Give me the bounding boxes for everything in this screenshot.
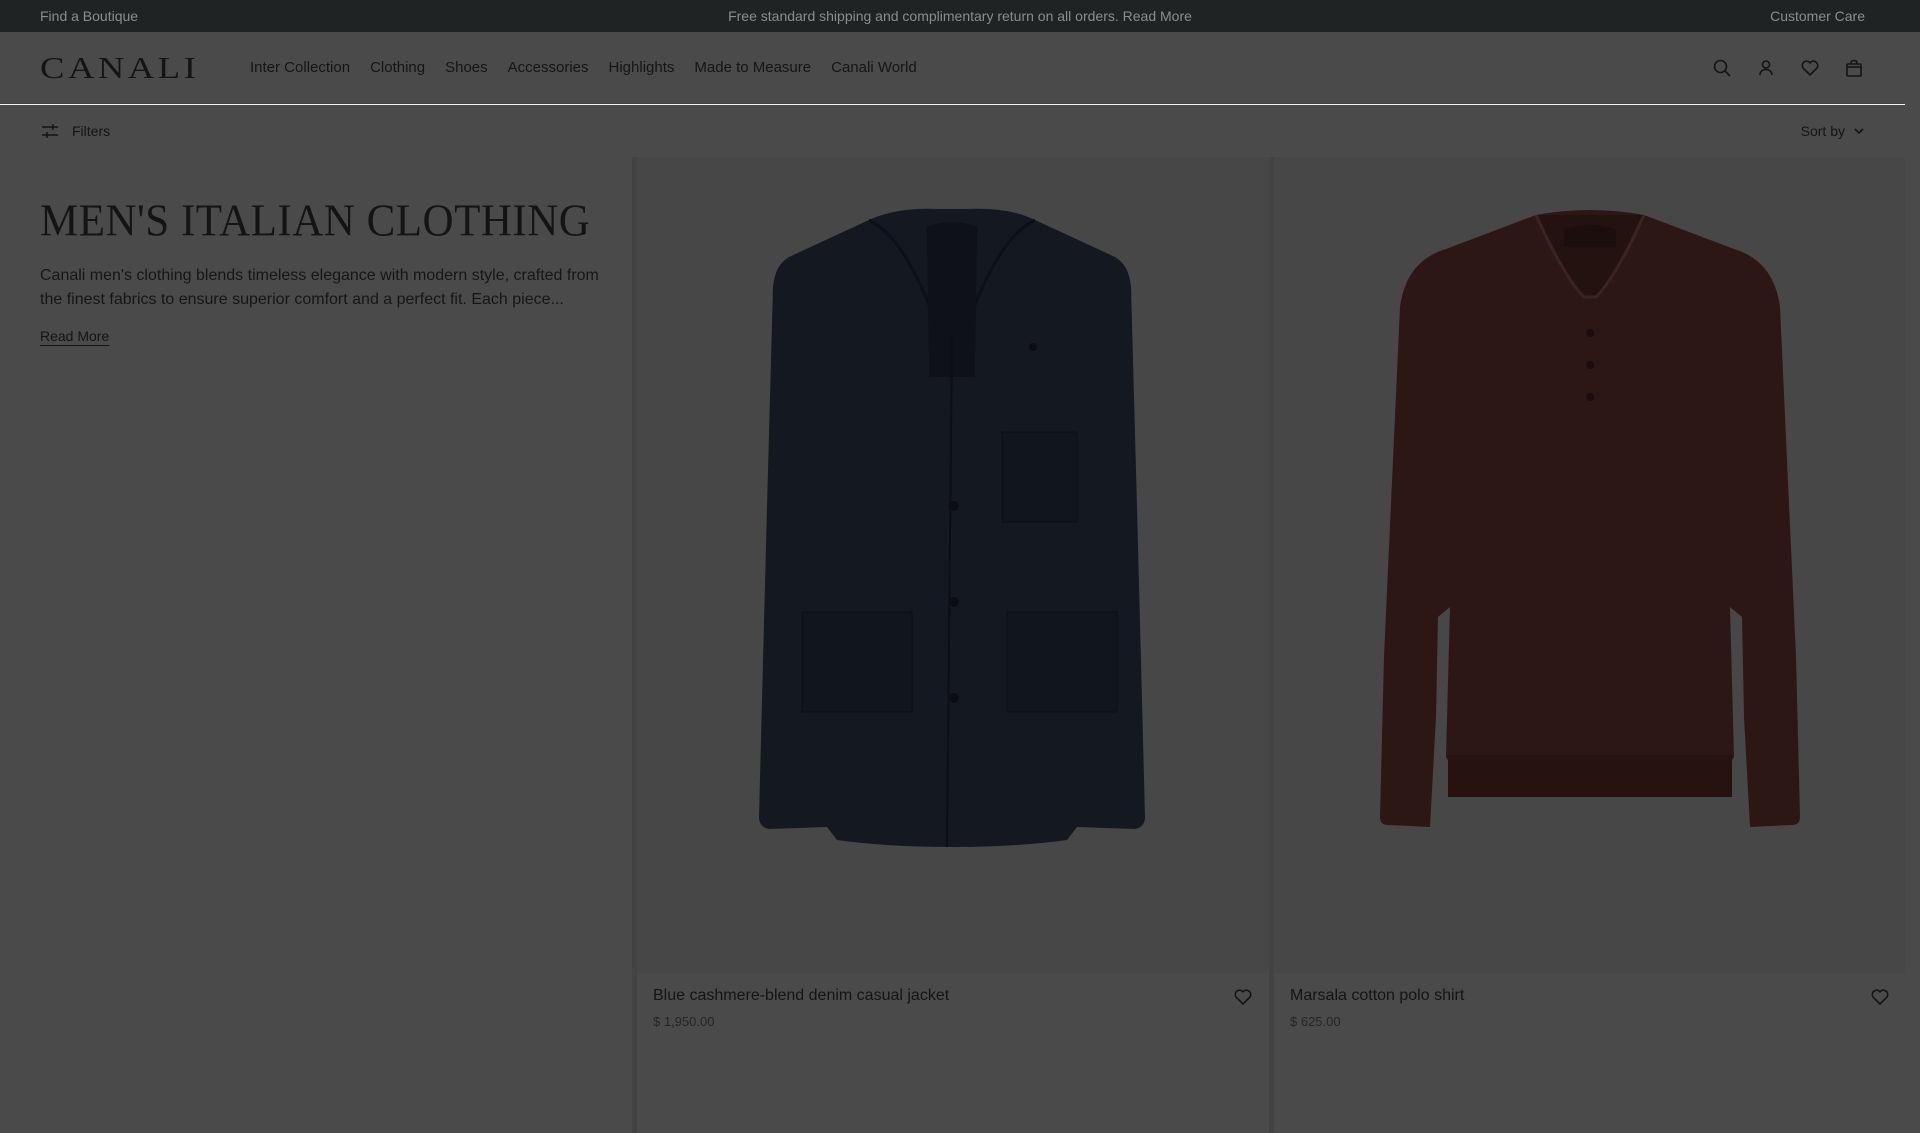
product-info: Marsala cotton polo shirt $ 625.00	[1274, 973, 1906, 1086]
category-description: Canali men's clothing blends timeless el…	[40, 267, 599, 308]
bag-icon[interactable]	[1843, 57, 1865, 79]
next-row-card	[1274, 1086, 1906, 1133]
wishlist-icon[interactable]	[1799, 57, 1821, 79]
announcement-bar: Find a Boutique Free standard shipping a…	[0, 0, 1920, 32]
sort-by-dropdown[interactable]: Sort by	[1801, 123, 1865, 139]
scrollbar[interactable]	[1905, 32, 1920, 1133]
chevron-down-icon	[1854, 128, 1864, 135]
product-name[interactable]: Marsala cotton polo shirt	[1290, 987, 1890, 1005]
header-icons	[1711, 57, 1865, 79]
category-intro: MEN'S ITALIAN CLOTHING Canali men's clot…	[0, 157, 632, 973]
filters-button[interactable]: Filters	[40, 121, 110, 141]
next-row-card	[0, 1086, 632, 1133]
product-price: $ 625.00	[1290, 1014, 1341, 1029]
product-info: Blue cashmere-blend denim casual jacket …	[637, 973, 1269, 1086]
site-header: CANALI Inter Collection Clothing Shoes A…	[0, 32, 1920, 104]
announcement-text-wrapper: Free standard shipping and complimentary…	[0, 8, 1920, 24]
filters-label: Filters	[72, 123, 111, 139]
product-price: $ 1,950.00	[653, 1014, 715, 1029]
filter-bar: Filters Sort by	[0, 105, 1920, 157]
jacket-image	[759, 208, 1145, 848]
find-boutique-link[interactable]: Find a Boutique	[40, 8, 138, 24]
nav-item-clothing[interactable]: Clothing	[370, 59, 425, 76]
add-to-wishlist-icon[interactable]	[1870, 987, 1890, 1007]
product-card[interactable]: Marsala cotton polo shirt $ 625.00	[1274, 157, 1906, 1086]
next-row-card	[637, 1086, 1269, 1133]
product-image[interactable]	[1274, 157, 1906, 973]
polo-shirt-image	[1380, 210, 1800, 827]
page-title: MEN'S ITALIAN CLOTHING	[40, 196, 591, 247]
sort-by-label: Sort by	[1800, 123, 1845, 139]
announcement-read-more-link[interactable]: Read More	[1123, 8, 1192, 24]
main-nav: Inter Collection Clothing Shoes Accessor…	[250, 59, 917, 76]
customer-care-link[interactable]: Customer Care	[1770, 8, 1865, 24]
account-icon[interactable]	[1755, 57, 1777, 79]
announcement-text: Free standard shipping and complimentary…	[728, 8, 1119, 24]
nav-item-shoes[interactable]: Shoes	[445, 59, 488, 76]
product-name[interactable]: Blue cashmere-blend denim casual jacket	[653, 987, 1253, 1005]
intro-read-more-link[interactable]: Read More	[40, 328, 109, 344]
search-icon[interactable]	[1711, 57, 1733, 79]
canali-logo[interactable]: CANALI	[40, 50, 238, 86]
add-to-wishlist-icon[interactable]	[1233, 987, 1253, 1007]
product-image[interactable]	[637, 157, 1269, 973]
intro-spacer	[0, 973, 632, 1086]
nav-item-accessories[interactable]: Accessories	[508, 59, 589, 76]
nav-item-highlights[interactable]: Highlights	[609, 59, 675, 76]
nav-item-made-to-measure[interactable]: Made to Measure	[694, 59, 811, 76]
sliders-icon	[42, 124, 58, 138]
product-card[interactable]: Blue cashmere-blend denim casual jacket …	[637, 157, 1269, 1086]
nav-item-inter-collection[interactable]: Inter Collection	[250, 59, 350, 76]
nav-item-canali-world[interactable]: Canali World	[831, 59, 917, 76]
